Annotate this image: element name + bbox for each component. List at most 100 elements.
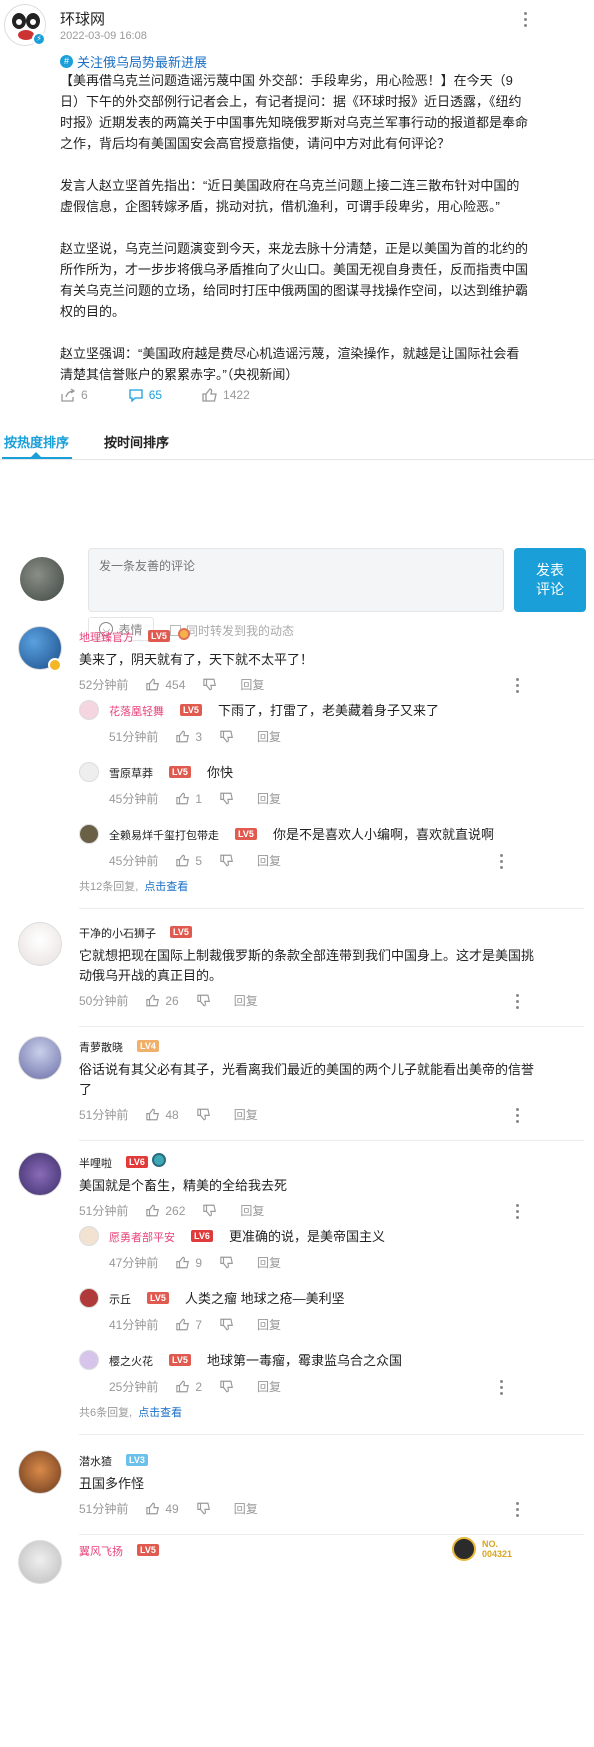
comment-reply-button[interactable]: 回复 xyxy=(257,790,281,807)
comment-like-button[interactable]: 1 xyxy=(176,792,202,806)
reply-summary-summary-count: 12 xyxy=(90,881,103,893)
comment-like-button[interactable]: 3 xyxy=(176,730,202,744)
post-more-icon[interactable] xyxy=(524,12,528,28)
comment-dislike-button[interactable] xyxy=(220,730,239,743)
commenter-avatar[interactable] xyxy=(18,1540,62,1584)
comment-username[interactable]: 半哩啦 xyxy=(79,1155,112,1171)
comment-dislike-button[interactable] xyxy=(220,1318,239,1331)
reply-username[interactable]: 花落凰轻舞 xyxy=(109,703,164,719)
share-button[interactable]: 6 xyxy=(60,388,88,402)
tab-time[interactable]: 按时间排序 xyxy=(104,432,169,451)
comment-like-button[interactable]: 49 xyxy=(146,1502,179,1516)
comment-dislike-button[interactable] xyxy=(197,994,216,1007)
comment-dislike-button[interactable] xyxy=(203,678,222,691)
reply-avatar[interactable] xyxy=(79,1226,99,1246)
reply-username[interactable]: 全赖易烊千玺打包带走 xyxy=(109,827,219,843)
comment-more-icon[interactable] xyxy=(516,1204,520,1220)
comment-reply-button[interactable]: 回复 xyxy=(257,852,281,869)
reply-avatar[interactable] xyxy=(79,1350,99,1370)
level-badge: LV5 xyxy=(169,766,191,778)
comment-actions: 45分钟前 5 回复 xyxy=(109,852,299,869)
thumb-up-icon xyxy=(176,1256,190,1269)
comment-username[interactable]: 青萝散晓 xyxy=(79,1039,123,1055)
thumb-down-icon[interactable] xyxy=(220,792,234,805)
thumb-down-icon[interactable] xyxy=(220,1256,234,1269)
comment-reply-button[interactable]: 回复 xyxy=(257,1378,281,1395)
reply-summary-summary-post: 条回复, xyxy=(96,1407,133,1419)
comment-like-button[interactable]: 262 xyxy=(146,1204,185,1218)
comment-like-count: 5 xyxy=(195,853,203,868)
like-button[interactable]: 1422 xyxy=(202,388,250,402)
thumb-up-icon xyxy=(146,1502,160,1515)
commenter-avatar[interactable] xyxy=(18,1152,62,1196)
thumb-down-icon[interactable] xyxy=(220,1318,234,1331)
comment-text: 俗话说有其父必有其子，光看离我们最近的美国的两个儿子就能看出美帝的信誉了 xyxy=(79,1062,535,1097)
submit-comment-button[interactable]: 发表 评论 xyxy=(514,548,586,612)
commenter-avatar[interactable] xyxy=(18,1450,62,1494)
comment-dislike-button[interactable] xyxy=(220,854,239,867)
comment-reply-button[interactable]: 回复 xyxy=(257,1316,281,1333)
comment-like-button[interactable]: 9 xyxy=(176,1256,202,1270)
reply-more-icon[interactable] xyxy=(500,854,504,870)
thumb-down-icon[interactable] xyxy=(197,1502,211,1515)
my-avatar[interactable] xyxy=(20,557,64,601)
comment-username[interactable]: 地理臻官方 xyxy=(79,629,134,645)
comment-more-icon[interactable] xyxy=(516,994,520,1010)
comment-dislike-button[interactable] xyxy=(197,1502,216,1515)
reply-username[interactable]: 樱之火花 xyxy=(109,1353,153,1369)
comment-more-icon[interactable] xyxy=(516,678,520,694)
author-name[interactable]: 环球网 xyxy=(60,8,105,29)
comment-like-button[interactable]: 5 xyxy=(176,854,202,868)
comment-reply-button[interactable]: 回复 xyxy=(257,728,281,745)
thumb-up-icon xyxy=(146,1204,160,1217)
comment-dislike-button[interactable] xyxy=(220,1256,239,1269)
thumb-down-icon[interactable] xyxy=(220,1380,234,1393)
sort-tabs: 按热度排序 按时间排序 xyxy=(0,420,594,460)
comment-reply-button[interactable]: 回复 xyxy=(234,1106,258,1123)
view-replies-link[interactable]: 点击查看 xyxy=(144,881,188,893)
thumb-down-icon[interactable] xyxy=(220,854,234,867)
reply-username[interactable]: 愿勇者部平安 xyxy=(109,1229,175,1245)
comment-reply-button[interactable]: 回复 xyxy=(240,676,264,693)
comment-reply-button[interactable]: 回复 xyxy=(234,992,258,1009)
thumb-down-icon[interactable] xyxy=(197,1108,211,1121)
comment-dislike-button[interactable] xyxy=(197,1108,216,1121)
comment-button[interactable]: 65 xyxy=(128,388,162,402)
comment-reply-button[interactable]: 回复 xyxy=(234,1500,258,1517)
reply-more-icon[interactable] xyxy=(500,1380,504,1396)
comment-username[interactable]: 干净的小石狮子 xyxy=(79,925,156,941)
comment-dislike-button[interactable] xyxy=(220,792,239,805)
reply-avatar[interactable] xyxy=(79,824,99,844)
comment-time: 45分钟前 xyxy=(109,792,159,806)
comment-username[interactable]: 潜水猹 xyxy=(79,1453,112,1469)
thumb-down-icon[interactable] xyxy=(220,730,234,743)
topic-tag[interactable]: # 关注俄乌局势最新进展 xyxy=(60,52,207,71)
commenter-avatar[interactable] xyxy=(18,922,62,966)
comment-reply-button[interactable]: 回复 xyxy=(257,1254,281,1271)
comment-like-button[interactable]: 454 xyxy=(146,678,185,692)
reply-username[interactable]: 示丘 xyxy=(109,1291,131,1307)
reply-avatar[interactable] xyxy=(79,700,99,720)
view-replies-link[interactable]: 点击查看 xyxy=(138,1407,182,1419)
comment-dislike-button[interactable] xyxy=(203,1204,222,1217)
tab-hot[interactable]: 按热度排序 xyxy=(4,432,69,451)
comment-more-icon[interactable] xyxy=(516,1108,520,1124)
thumb-down-icon[interactable] xyxy=(197,994,211,1007)
level-badge: LV5 xyxy=(137,1544,159,1556)
comment-like-button[interactable]: 26 xyxy=(146,994,179,1008)
comment-username[interactable]: 翼风飞扬 xyxy=(79,1543,123,1559)
thumb-down-icon[interactable] xyxy=(203,1204,217,1217)
comment-input[interactable] xyxy=(88,548,504,612)
comment-like-button[interactable]: 48 xyxy=(146,1108,179,1122)
comment-reply-button[interactable]: 回复 xyxy=(240,1202,264,1219)
commenter-avatar[interactable] xyxy=(18,1036,62,1080)
reply-avatar[interactable] xyxy=(79,762,99,782)
thumb-down-icon[interactable] xyxy=(203,678,217,691)
reply-avatar[interactable] xyxy=(79,1288,99,1308)
reply-username[interactable]: 雪原草莽 xyxy=(109,765,153,781)
reply-summary-summary-pre: 共 xyxy=(79,881,90,893)
comment-dislike-button[interactable] xyxy=(220,1380,239,1393)
comment-like-button[interactable]: 7 xyxy=(176,1318,202,1332)
comment-like-button[interactable]: 2 xyxy=(176,1380,202,1394)
comment-more-icon[interactable] xyxy=(516,1502,520,1518)
